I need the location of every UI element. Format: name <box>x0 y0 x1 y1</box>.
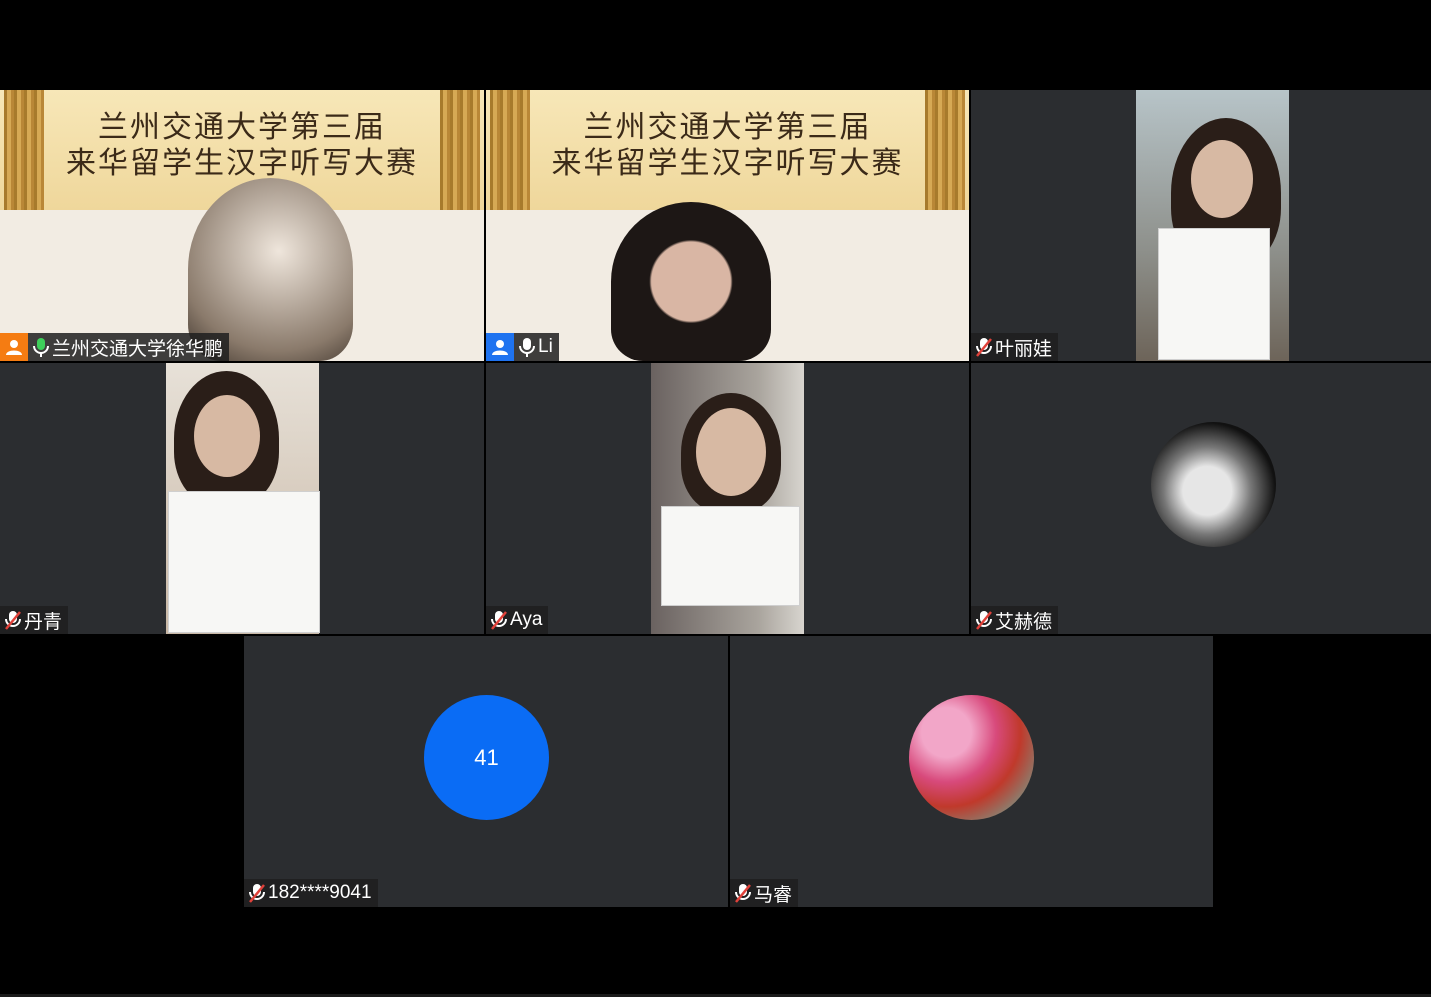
video-tile-phone-user[interactable]: 41 182****9041 <box>244 636 728 907</box>
number-avatar: 41 <box>424 695 549 820</box>
scroll-rod-right <box>440 90 480 210</box>
mic-icon <box>517 336 537 358</box>
video-tile-aya[interactable]: Aya <box>486 363 969 634</box>
participant-video <box>651 363 804 634</box>
participant-video <box>1136 90 1289 361</box>
held-paper <box>1158 228 1270 360</box>
scroll-rod-left <box>490 90 530 210</box>
mic-muted-icon <box>974 336 994 358</box>
name-tag: 艾赫德 <box>971 606 1059 634</box>
mic-muted-icon <box>733 882 753 904</box>
participant-name: 182****9041 <box>268 882 372 903</box>
contest-banner: 兰州交通大学第三届 来华留学生汉字听写大赛 <box>486 90 969 210</box>
participant-name: 叶丽娃 <box>995 338 1053 360</box>
scroll-rod-left <box>4 90 44 210</box>
name-tag: 叶丽娃 <box>971 333 1059 361</box>
held-paper <box>168 491 320 633</box>
name-tag: Li <box>486 333 559 361</box>
name-tag: Aya <box>486 606 549 634</box>
participant-name: 艾赫德 <box>995 611 1053 633</box>
participant-face <box>1191 140 1253 218</box>
scroll-rod-right <box>925 90 965 210</box>
participant-name: Li <box>538 336 553 357</box>
held-paper <box>661 506 800 606</box>
participant-face <box>696 408 766 496</box>
video-tile-marui[interactable]: 马睿 <box>730 636 1213 907</box>
video-tile-host[interactable]: 兰州交通大学第三届 来华留学生汉字听写大赛 兰州交通大学徐华鹏 <box>0 90 484 361</box>
name-tag: 丹青 <box>0 606 69 634</box>
host-person-icon <box>0 333 28 361</box>
participant-video <box>166 363 320 634</box>
participant-face <box>194 395 260 477</box>
participant-name: Aya <box>510 609 543 630</box>
participant-name: 兰州交通大学徐华鹏 <box>52 338 224 360</box>
video-tile-li[interactable]: 兰州交通大学第三届 来华留学生汉字听写大赛 Li <box>486 90 969 361</box>
banner-line-2: 来华留学生汉字听写大赛 <box>66 146 418 181</box>
mic-muted-icon <box>489 609 509 631</box>
video-tile-yeliwa[interactable]: 叶丽娃 <box>971 90 1431 361</box>
mic-icon <box>31 336 51 358</box>
participant-video-li <box>611 202 771 361</box>
banner-line-2: 来华留学生汉字听写大赛 <box>551 146 904 181</box>
video-tile-danqing[interactable]: 丹青 <box>0 363 484 634</box>
name-tag: 马睿 <box>730 879 799 907</box>
name-tag: 182****9041 <box>244 879 378 907</box>
name-tag: 兰州交通大学徐华鹏 <box>0 333 230 361</box>
mic-muted-icon <box>247 882 267 904</box>
participant-name: 马睿 <box>754 884 793 906</box>
cohost-person-icon <box>486 333 514 361</box>
mic-muted-icon <box>974 609 994 631</box>
participant-name: 丹青 <box>24 611 63 633</box>
mic-muted-icon <box>3 609 23 631</box>
video-tile-aihede[interactable]: 艾赫德 <box>971 363 1431 634</box>
profile-avatar <box>1151 422 1276 547</box>
profile-avatar <box>909 695 1034 820</box>
